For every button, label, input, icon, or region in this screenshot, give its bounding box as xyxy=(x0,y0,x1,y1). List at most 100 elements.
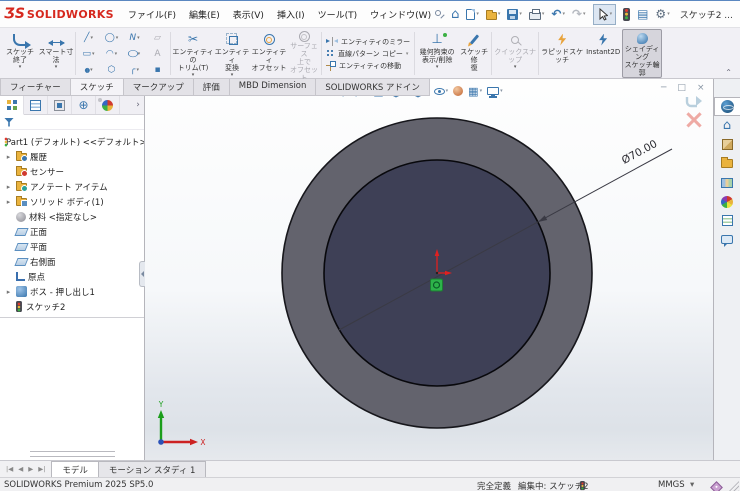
smart-dimension-button[interactable]: スマート寸 法 ▾ xyxy=(38,29,74,78)
quick-snaps-button[interactable]: クイックスナップ ▾ xyxy=(493,29,537,78)
panel-splitter-grip[interactable] xyxy=(30,451,115,457)
tree-item-annotations[interactable]: ▸ アノテート アイテム xyxy=(0,179,144,194)
next-tab-button[interactable]: ▶ xyxy=(28,465,33,473)
tree-item-top-plane[interactable]: 平面 xyxy=(0,239,144,254)
circle-tool-button[interactable]: ◯ ▾ xyxy=(100,30,123,46)
unit-system-caret-icon[interactable]: ▾ xyxy=(690,480,694,490)
file-explorer-tab[interactable] xyxy=(714,154,740,173)
panel-width-handle[interactable] xyxy=(98,98,102,102)
open-button[interactable]: ▾ xyxy=(484,8,503,21)
expand-arrow-icon[interactable]: ▸ xyxy=(4,198,13,206)
doc-minimize-button[interactable]: ─ xyxy=(661,83,666,93)
featuremanager-tree-tab[interactable] xyxy=(0,96,24,115)
custom-properties-tab[interactable] xyxy=(714,211,740,230)
last-tab-button[interactable]: ▶| xyxy=(38,465,45,473)
appearances-tab[interactable] xyxy=(714,192,740,211)
tree-item-origin[interactable]: 原点 xyxy=(0,269,144,284)
exit-sketch-button[interactable]: スケッチ 終了 ▾ xyxy=(2,29,38,78)
prev-tab-button[interactable]: ◀ xyxy=(18,465,23,473)
options-button[interactable]: ⚙ ▾ xyxy=(653,7,671,21)
print-button[interactable]: ▾ xyxy=(527,8,547,21)
circle-center-point[interactable] xyxy=(435,271,439,275)
display-delete-relations-button[interactable]: ⊥ 幾何拘束の 表示/削除 ▾ xyxy=(416,29,458,78)
new-document-button[interactable]: ▾ xyxy=(464,8,481,21)
select-tool-button[interactable]: ▾ xyxy=(592,3,617,25)
panel-tabs-overflow-chevron[interactable]: › xyxy=(132,96,144,114)
menu-edit[interactable]: 編集(E) xyxy=(189,8,220,21)
tree-item-history[interactable]: ▸ 履歴 xyxy=(0,149,144,164)
tab-features[interactable]: フィーチャー xyxy=(0,79,71,96)
shaded-sketch-contours-button[interactable]: シェイディング スケッチ輪 郭 xyxy=(622,29,663,78)
spline-tool-button[interactable]: N ▾ xyxy=(123,30,146,46)
fillet-tool-button[interactable]: ╭ ▾ xyxy=(123,62,146,78)
doc-restore-button[interactable]: □ xyxy=(677,83,686,93)
doc-close-button[interactable]: × xyxy=(697,83,705,93)
linear-pattern-button[interactable]: 直線パターン コピー ▾ xyxy=(326,49,410,59)
slot-tool-button[interactable]: ◖◗ ▾ xyxy=(77,62,100,78)
ribbon-collapse-chevron[interactable]: ⌃ xyxy=(725,68,732,77)
tree-item-solid-bodies[interactable]: ▸ ソリッド ボディ(1) xyxy=(0,194,144,209)
expand-arrow-icon[interactable]: ▸ xyxy=(4,183,13,191)
mirror-entities-button[interactable]: エンティティのミラー xyxy=(326,37,410,47)
menu-file[interactable]: ファイル(F) xyxy=(128,8,176,21)
save-button[interactable]: ▾ xyxy=(505,8,524,21)
rapid-sketch-button[interactable]: ラピッドスケッチ xyxy=(540,29,584,78)
view-palette-tab[interactable] xyxy=(714,173,740,192)
instant2d-button[interactable]: Instant2D xyxy=(584,29,622,78)
first-tab-button[interactable]: |◀ xyxy=(6,465,13,473)
edit-appearance-button[interactable] xyxy=(453,86,464,96)
cancel-sketch-icon[interactable]: × xyxy=(679,107,709,133)
tab-mbd-dimension[interactable]: MBD Dimension xyxy=(228,79,317,96)
tree-item-boss-extrude1[interactable]: ▸ ボス - 押し出し1 xyxy=(0,284,144,299)
tab-markup[interactable]: マークアップ xyxy=(122,79,194,96)
expand-arrow-icon[interactable]: ▸ xyxy=(4,288,13,296)
display-settings-button[interactable]: ▤ xyxy=(635,7,650,21)
tree-root-part1[interactable]: Part1 (デフォルト) <<デフォルト>_表示状態 1 xyxy=(0,134,144,149)
view-settings-button[interactable]: ▾ xyxy=(487,87,503,97)
model-tab[interactable]: モデル xyxy=(51,461,99,477)
menu-view[interactable]: 表示(V) xyxy=(233,8,264,21)
forum-tab[interactable] xyxy=(714,230,740,249)
menu-tools[interactable]: ツール(T) xyxy=(318,8,358,21)
redo-button[interactable]: ↷ ▾ xyxy=(570,7,588,21)
trim-entities-button[interactable]: ✂ エンティティの トリム(T) ▾ xyxy=(172,29,214,78)
undo-button[interactable]: ↶ ▾ xyxy=(549,7,567,21)
repair-sketch-button[interactable]: スケッチ修 復 xyxy=(458,29,490,78)
design-library-tab[interactable] xyxy=(714,135,740,154)
ellipse-tool-button[interactable]: ○ ▾ xyxy=(123,46,146,62)
rectangle-tool-button[interactable]: ▭ ▾ xyxy=(77,46,100,62)
expand-arrow-icon[interactable]: ▸ xyxy=(4,153,13,161)
motion-study-tab[interactable]: モーション スタディ 1 xyxy=(97,461,207,477)
home-tab[interactable]: ⌂ xyxy=(714,116,740,135)
propertymanager-tab[interactable] xyxy=(24,96,48,114)
dimxpertmanager-tab[interactable]: ⊕ xyxy=(72,96,96,114)
tree-item-material[interactable]: 材料 <指定なし> xyxy=(0,209,144,224)
offset-entities-button[interactable]: エンティティ オフセット xyxy=(250,29,288,78)
text-tool-button[interactable]: A xyxy=(146,46,169,62)
offset-on-surface-button[interactable]: サーフェス 上で オフセット xyxy=(288,29,320,82)
menu-insert[interactable]: 挿入(I) xyxy=(277,8,305,21)
move-entities-button[interactable]: エンティティの移動 xyxy=(326,60,410,71)
unit-system-label[interactable]: MMGS xyxy=(658,480,685,490)
plane-tool-button[interactable]: ▱ xyxy=(146,30,169,46)
solidworks-resources-tab[interactable] xyxy=(714,97,740,116)
tab-sketch[interactable]: スケッチ xyxy=(69,79,124,96)
rebuild-button[interactable] xyxy=(621,7,632,22)
dimension-text[interactable]: Ø70.00 xyxy=(620,138,659,167)
arc-tool-button[interactable]: ◠ ▾ xyxy=(100,46,123,62)
tree-item-sensors[interactable]: センサー xyxy=(0,164,144,179)
configurationmanager-tab[interactable] xyxy=(48,96,72,114)
tree-item-sketch2[interactable]: スケッチ2 xyxy=(0,299,144,314)
tab-evaluate[interactable]: 評価 xyxy=(192,79,230,96)
convert-entities-button[interactable]: エンティティ 変換 ▾ xyxy=(214,29,250,78)
coincident-relation-badge[interactable] xyxy=(430,278,443,292)
graphics-viewport[interactable]: Ø70.00 Y X ↶ ◧ xyxy=(145,79,713,460)
hide-show-items-button[interactable]: ▾ xyxy=(433,87,448,95)
tree-item-front-plane[interactable]: 正面 xyxy=(0,224,144,239)
polygon-tool-button[interactable]: ⬡ xyxy=(100,62,123,78)
home-button[interactable]: ⌂ xyxy=(449,7,461,22)
point-tool-button[interactable]: ▪ xyxy=(146,62,169,78)
menu-window[interactable]: ウィンドウ(W) xyxy=(370,8,431,21)
tree-item-right-plane[interactable]: 右側面 xyxy=(0,254,144,269)
line-tool-button[interactable]: ╱ ▾ xyxy=(77,30,100,46)
